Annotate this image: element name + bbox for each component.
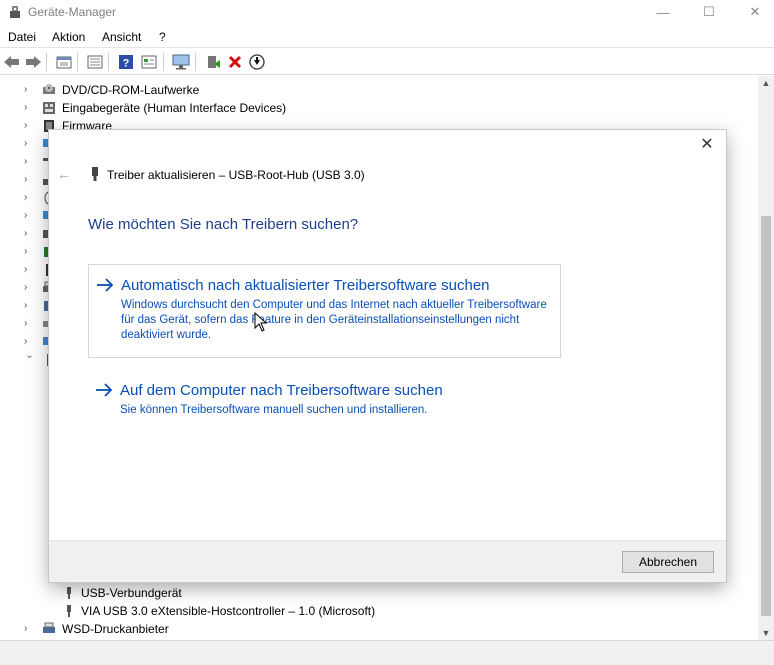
title-bar: Geräte-Manager — ☐ ✕ <box>0 0 774 26</box>
option-description: Windows durchsucht den Computer und das … <box>121 299 547 341</box>
printer-icon <box>43 622 55 633</box>
toolbar: ? <box>0 49 774 75</box>
toolbar-separator <box>77 53 78 71</box>
update-driver-dialog: ✕ ← Treiber aktualisieren – USB-Root-Hub… <box>49 130 726 582</box>
usb-icon <box>67 605 71 617</box>
tree-item-dvd[interactable]: › DVD/CD-ROM-Laufwerke <box>0 81 740 99</box>
vertical-scrollbar[interactable]: ▲ ▼ <box>758 76 774 640</box>
toolbar-separator <box>195 53 196 71</box>
toolbar-separator <box>163 53 164 71</box>
menu-datei[interactable]: Datei <box>8 30 36 44</box>
view-icon[interactable] <box>140 53 158 71</box>
scroll-thumb[interactable] <box>761 216 771 616</box>
chevron-right-icon[interactable]: › <box>24 192 34 204</box>
tree-item-wsd[interactable]: › WSD-Druckanbieter <box>0 620 740 638</box>
tree-item-hid[interactable]: › Eingabegeräte (Human Interface Devices… <box>0 99 740 117</box>
dialog-title: Treiber aktualisieren – USB-Root-Hub (US… <box>107 168 365 182</box>
chevron-right-icon[interactable]: › <box>24 102 34 114</box>
arrow-right-icon <box>97 278 114 292</box>
tree-item-label: Eingabegeräte (Human Interface Devices) <box>62 101 287 115</box>
option-title: Auf dem Computer nach Treibersoftware su… <box>120 382 443 399</box>
download-icon[interactable] <box>248 53 266 71</box>
dvd-drive-icon <box>43 84 55 94</box>
option-description: Sie können Treibersoftware manuell suche… <box>120 404 428 416</box>
option-title: Automatisch nach aktualisierter Treibers… <box>121 277 490 294</box>
window-title: Geräte-Manager <box>28 5 117 19</box>
help-icon[interactable]: ? <box>117 53 135 71</box>
uninstall-icon[interactable] <box>226 53 244 71</box>
chevron-right-icon[interactable]: › <box>24 120 34 132</box>
hid-icon <box>43 102 55 114</box>
toolbar-separator <box>108 53 109 71</box>
dialog-footer: Abbrechen <box>49 540 726 582</box>
chevron-right-icon[interactable]: › <box>24 174 34 186</box>
chevron-right-icon[interactable]: › <box>24 318 34 330</box>
tree-item-label: DVD/CD-ROM-Laufwerke <box>62 83 200 97</box>
chevron-right-icon[interactable]: › <box>24 300 34 312</box>
chevron-right-icon[interactable]: › <box>24 84 34 96</box>
minimize-icon: — <box>656 4 670 20</box>
tree-item-label: VIA USB 3.0 eXtensible-Hostcontroller – … <box>81 604 376 618</box>
chevron-right-icon[interactable]: › <box>24 138 34 150</box>
chevron-right-icon[interactable]: › <box>24 228 34 240</box>
menu-aktion[interactable]: Aktion <box>52 30 85 44</box>
chevron-right-icon[interactable]: › <box>24 210 34 222</box>
toolbar-separator <box>46 53 47 71</box>
cancel-button[interactable]: Abbrechen <box>622 551 714 573</box>
list-icon[interactable] <box>86 53 104 71</box>
menu-help[interactable]: ? <box>159 30 166 44</box>
chevron-right-icon[interactable]: › <box>24 246 34 258</box>
usb-icon <box>67 587 71 599</box>
dialog-heading: Wie möchten Sie nach Treibern suchen? <box>88 216 359 233</box>
close-icon: ✕ <box>749 4 761 19</box>
maximize-icon: ☐ <box>703 4 715 19</box>
menu-ansicht[interactable]: Ansicht <box>102 30 141 44</box>
chevron-down-icon[interactable]: › <box>23 355 35 365</box>
chevron-right-icon[interactable]: › <box>24 282 34 294</box>
tree-item-label: USB-Verbundgerät <box>81 586 182 600</box>
arrow-right-icon <box>96 383 113 397</box>
back-arrow-icon[interactable]: ← <box>57 166 73 182</box>
option-browse-computer[interactable]: Auf dem Computer nach Treibersoftware su… <box>88 370 561 424</box>
svg-text:?: ? <box>123 58 130 70</box>
chevron-right-icon[interactable]: › <box>24 336 34 348</box>
maximize-button[interactable]: ☐ <box>686 0 732 24</box>
update-driver-icon[interactable] <box>204 53 222 71</box>
close-window-button[interactable]: ✕ <box>732 0 774 24</box>
minimize-button[interactable]: — <box>640 0 686 24</box>
back-arrow-icon[interactable] <box>3 53 21 71</box>
chevron-right-icon[interactable]: › <box>24 623 34 635</box>
usb-device-icon <box>92 167 98 181</box>
monitor-icon[interactable] <box>172 53 190 71</box>
device-manager-icon <box>10 6 20 18</box>
properties-icon[interactable] <box>55 53 73 71</box>
scroll-down-icon[interactable]: ▼ <box>758 626 774 640</box>
forward-arrow-icon[interactable] <box>24 53 42 71</box>
scroll-up-icon[interactable]: ▲ <box>758 76 774 90</box>
close-icon[interactable]: ✕ <box>698 136 716 154</box>
option-auto-search[interactable]: Automatisch nach aktualisierter Treibers… <box>88 264 561 358</box>
tree-item-via-hostcontroller[interactable]: VIA USB 3.0 eXtensible-Hostcontroller – … <box>0 602 740 620</box>
chevron-right-icon[interactable]: › <box>24 264 34 276</box>
tree-item-usb-composite[interactable]: USB-Verbundgerät <box>0 584 740 602</box>
mouse-cursor-icon <box>254 312 268 332</box>
status-bar <box>0 640 774 665</box>
chevron-right-icon[interactable]: › <box>24 156 34 168</box>
menu-bar: Datei Aktion Ansicht ? <box>0 26 774 48</box>
tree-item-label: WSD-Druckanbieter <box>62 622 169 636</box>
